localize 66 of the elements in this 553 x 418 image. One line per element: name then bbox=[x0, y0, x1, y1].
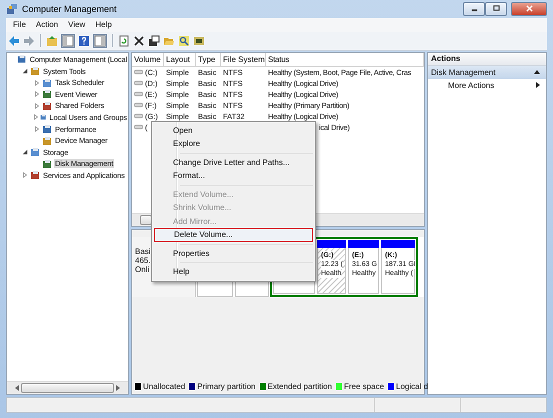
collapse-arrow-icon[interactable] bbox=[22, 149, 28, 156]
column-header[interactable]: Status bbox=[266, 52, 424, 66]
actions-header: Actions bbox=[428, 52, 546, 66]
minimize-button[interactable] bbox=[463, 2, 485, 16]
actions-section[interactable]: Disk Management bbox=[428, 66, 546, 79]
legend-label: Primary partition bbox=[197, 382, 256, 392]
disk-info-text: 465. bbox=[135, 256, 151, 265]
menu-item[interactable]: Delete Volume... bbox=[154, 228, 313, 242]
expand-arrow-icon[interactable] bbox=[22, 172, 28, 178]
submenu-arrow-icon bbox=[536, 82, 540, 88]
menu-item[interactable]: Format... bbox=[154, 169, 313, 183]
legend-label: Logical d bbox=[396, 382, 428, 392]
menu-item[interactable]: Open bbox=[154, 124, 313, 138]
menu-item[interactable]: Help bbox=[154, 265, 313, 279]
node-icon bbox=[42, 158, 52, 169]
menu-item[interactable]: View bbox=[63, 20, 90, 30]
menu-item[interactable]: Properties bbox=[154, 246, 313, 260]
column-header[interactable]: File System bbox=[221, 52, 266, 66]
refresh-icon[interactable] bbox=[118, 34, 130, 47]
node-icon bbox=[17, 54, 27, 64]
folder-up-icon[interactable] bbox=[46, 34, 58, 47]
window-title: Computer Management bbox=[22, 4, 117, 14]
disk-info-text: Onli bbox=[135, 264, 150, 274]
menu-item[interactable]: Action bbox=[30, 20, 64, 30]
horizontal-scrollbar[interactable] bbox=[7, 381, 128, 394]
menu-item[interactable]: File bbox=[8, 20, 31, 30]
node-icon bbox=[30, 147, 40, 158]
action-label: More Actions bbox=[448, 80, 494, 90]
legend-label: Unallocated bbox=[143, 382, 186, 392]
node-icon bbox=[42, 89, 52, 100]
close-icon bbox=[524, 5, 534, 12]
menu-item[interactable]: Change Drive Letter and Paths... bbox=[154, 156, 313, 170]
collapse-arrow-icon[interactable] bbox=[534, 70, 540, 74]
column-header[interactable]: Volume bbox=[132, 52, 164, 66]
maximize-button[interactable] bbox=[485, 2, 507, 16]
expand-arrow-icon[interactable] bbox=[33, 114, 39, 120]
back-icon[interactable] bbox=[8, 34, 20, 47]
app-icon bbox=[6, 2, 18, 15]
expand-arrow-icon[interactable] bbox=[34, 80, 40, 86]
node-icon bbox=[30, 66, 40, 76]
delete-icon[interactable] bbox=[133, 34, 145, 47]
search-icon[interactable] bbox=[178, 34, 190, 47]
node-icon bbox=[30, 170, 40, 180]
scroll-left-icon[interactable] bbox=[15, 385, 19, 392]
legend-label: Free space bbox=[344, 382, 384, 392]
node-icon bbox=[42, 136, 52, 146]
expand-arrow-icon[interactable] bbox=[34, 91, 40, 98]
menu-item[interactable]: Help bbox=[90, 20, 117, 30]
scroll-right-icon[interactable] bbox=[116, 385, 120, 392]
help-icon[interactable] bbox=[78, 34, 90, 47]
expand-arrow-icon[interactable] bbox=[34, 126, 40, 132]
maximize-icon bbox=[492, 5, 500, 12]
node-icon bbox=[42, 124, 52, 134]
legend-label: Extended partition bbox=[268, 382, 332, 392]
menu-item[interactable]: Explore bbox=[154, 137, 313, 151]
column-header[interactable]: Type bbox=[196, 52, 221, 66]
close-button[interactable] bbox=[511, 2, 547, 16]
section-title: Disk Management bbox=[431, 68, 496, 77]
disk-info-text: Basi bbox=[135, 246, 151, 256]
action-link[interactable]: More Actions bbox=[428, 78, 546, 92]
expand-arrow-icon[interactable] bbox=[34, 102, 40, 109]
tree-pane-icon[interactable] bbox=[61, 34, 75, 48]
action-pane-icon[interactable] bbox=[93, 34, 107, 48]
collapse-arrow-icon[interactable] bbox=[22, 68, 28, 74]
node-icon bbox=[42, 78, 52, 88]
column-header[interactable]: Layout bbox=[164, 52, 196, 66]
